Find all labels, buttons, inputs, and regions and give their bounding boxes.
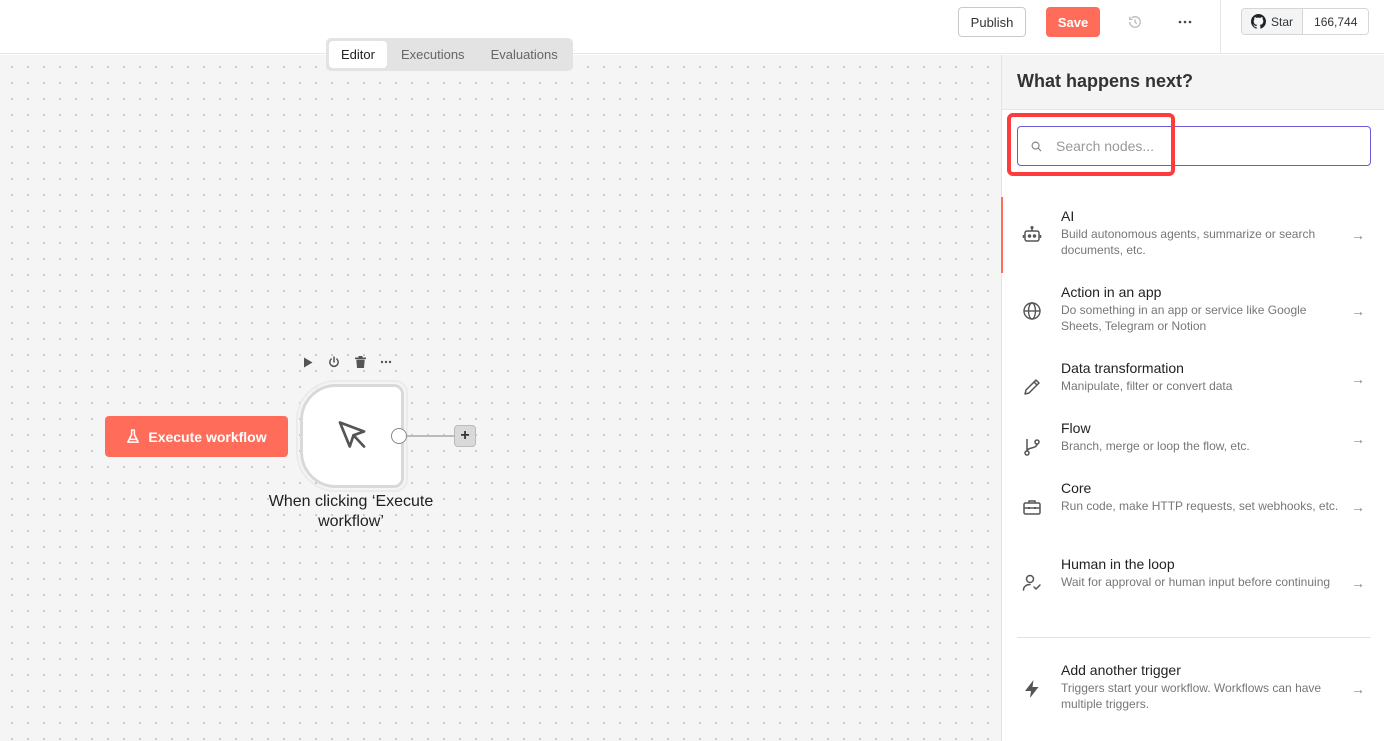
- category-description: Build autonomous agents, summarize or se…: [1061, 227, 1316, 257]
- arrow-right-icon: →: [1351, 371, 1365, 387]
- branch-icon: [1018, 419, 1046, 457]
- header-divider: [1220, 0, 1221, 54]
- arrow-right-icon: →: [1351, 431, 1365, 447]
- github-star-widget[interactable]: Star 166,744: [1241, 8, 1370, 35]
- trigger-description: Triggers start your workflow. Workflows …: [1061, 681, 1322, 711]
- panel-title: What happens next?: [1002, 55, 1384, 110]
- trigger-node-label: When clicking ‘Execute workflow’: [268, 493, 434, 530]
- tab-editor[interactable]: Editor: [329, 41, 387, 68]
- bolt-icon: [1018, 661, 1046, 715]
- category-description: Wait for approval or human input before …: [1061, 575, 1331, 589]
- node-output-handle[interactable]: [391, 428, 407, 444]
- arrow-right-icon: →: [1351, 575, 1365, 591]
- arrow-right-icon: →: [1351, 681, 1365, 697]
- node-creator-panel: What happens next? AI Build autonomous a…: [1001, 55, 1384, 741]
- section-divider: [1017, 637, 1371, 638]
- top-header: Publish Save Star 166,744: [0, 0, 1384, 54]
- category-item-data-transformation[interactable]: Data transformation Manipulate, filter o…: [1002, 349, 1384, 409]
- add-trigger-row: Add another trigger Triggers start your …: [1002, 651, 1384, 727]
- category-title: Data transformation: [1061, 360, 1184, 376]
- save-button[interactable]: Save: [1046, 7, 1100, 37]
- category-title: AI: [1061, 208, 1075, 224]
- trash-icon[interactable]: [352, 353, 368, 371]
- search-box[interactable]: [1017, 126, 1371, 166]
- category-title: Human in the loop: [1061, 556, 1175, 572]
- view-tabs: Editor Executions Evaluations: [326, 38, 573, 71]
- tab-executions[interactable]: Executions: [389, 41, 477, 68]
- github-star-button[interactable]: Star: [1242, 9, 1304, 34]
- category-item-action-in-app[interactable]: Action in an app Do something in an app …: [1002, 273, 1384, 349]
- category-item-human-in-loop[interactable]: Human in the loop Wait for approval or h…: [1002, 545, 1384, 621]
- category-list: AI Build autonomous agents, summarize or…: [1001, 197, 1384, 621]
- node-more-icon[interactable]: [378, 353, 394, 371]
- publish-button[interactable]: Publish: [958, 7, 1026, 37]
- globe-icon: [1018, 283, 1046, 337]
- more-options-icon[interactable]: [1173, 10, 1197, 34]
- search-icon: [1031, 141, 1042, 152]
- search-input[interactable]: [1056, 138, 1336, 154]
- toolbox-icon: [1018, 479, 1046, 533]
- category-item-ai[interactable]: AI Build autonomous agents, summarize or…: [1001, 197, 1384, 273]
- arrow-right-icon: →: [1351, 499, 1365, 515]
- node-connector-line: [407, 435, 454, 437]
- power-icon[interactable]: [326, 353, 342, 371]
- category-description: Run code, make HTTP requests, set webhoo…: [1061, 499, 1339, 513]
- trigger-node[interactable]: [300, 384, 404, 488]
- add-node-button[interactable]: +: [454, 425, 476, 447]
- github-icon: [1251, 14, 1266, 29]
- category-title: Action in an app: [1061, 284, 1162, 300]
- category-title: Flow: [1061, 420, 1091, 436]
- category-description: Branch, merge or loop the flow, etc.: [1061, 439, 1250, 453]
- user-check-icon: [1018, 555, 1046, 609]
- github-star-count[interactable]: 166,744: [1303, 9, 1369, 34]
- trigger-title: Add another trigger: [1061, 662, 1181, 678]
- category-item-flow[interactable]: Flow Branch, merge or loop the flow, etc…: [1002, 409, 1384, 469]
- execute-workflow-button[interactable]: Execute workflow: [105, 416, 288, 457]
- add-trigger-item[interactable]: Add another trigger Triggers start your …: [1002, 651, 1384, 727]
- category-item-core[interactable]: Core Run code, make HTTP requests, set w…: [1002, 469, 1384, 545]
- execute-workflow-label: Execute workflow: [148, 428, 267, 445]
- workflow-canvas[interactable]: [0, 55, 1001, 741]
- github-star-label: Star: [1271, 14, 1294, 29]
- node-toolbar: [300, 353, 394, 371]
- tab-evaluations[interactable]: Evaluations: [479, 41, 570, 68]
- robot-icon: [1018, 207, 1046, 261]
- category-description: Do something in an app or service like G…: [1061, 303, 1307, 333]
- flask-icon: [127, 429, 140, 443]
- category-title: Core: [1061, 480, 1092, 496]
- cursor-click-icon: [338, 421, 366, 448]
- arrow-right-icon: →: [1351, 303, 1365, 319]
- history-icon[interactable]: [1123, 10, 1147, 34]
- arrow-right-icon: →: [1351, 227, 1365, 243]
- play-icon[interactable]: [300, 353, 316, 371]
- pen-icon: [1018, 359, 1046, 397]
- category-description: Manipulate, filter or convert data: [1061, 379, 1233, 393]
